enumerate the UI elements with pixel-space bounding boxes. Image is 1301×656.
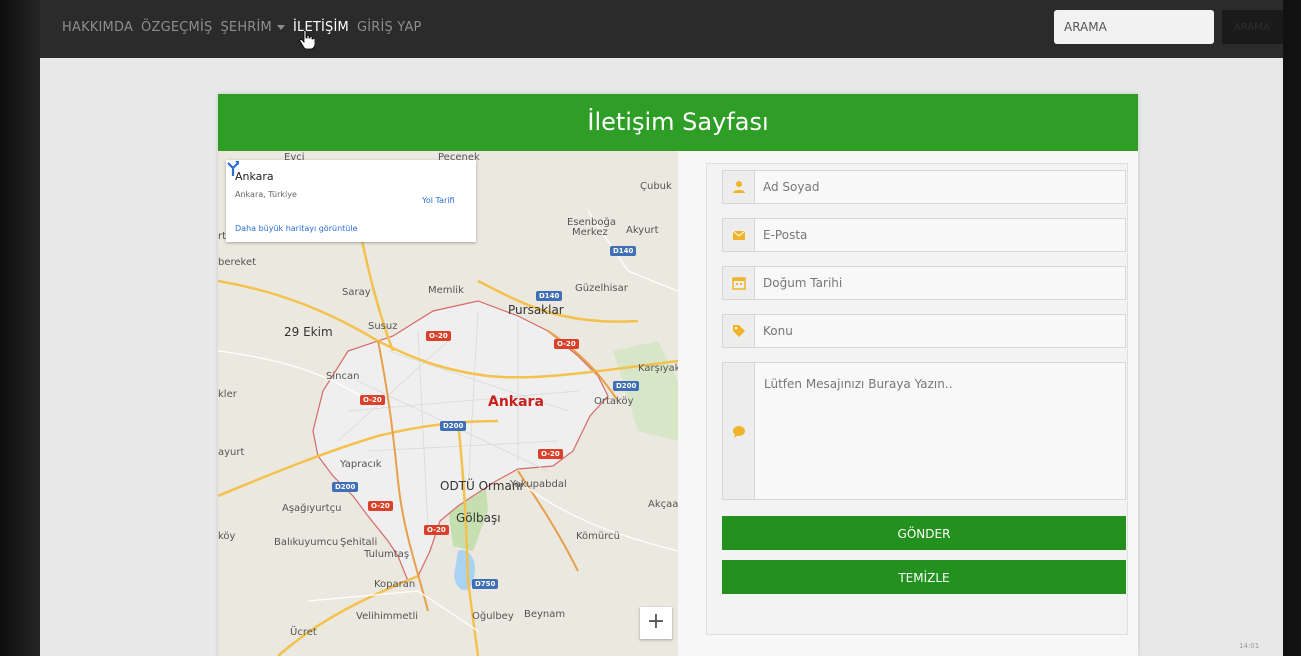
- road-badge-o20: O-20: [538, 449, 563, 459]
- message-field-addon: [723, 363, 755, 499]
- tag-icon: [733, 325, 745, 337]
- map-label-ogulbey: Oğulbey: [472, 611, 514, 622]
- map-label-beynam: Beynam: [524, 609, 566, 620]
- contact-form: GÖNDER TEMİZLE: [706, 163, 1128, 635]
- birthdate-field-group: [722, 266, 1126, 300]
- nav-links: HAKKIMDA ÖZGEÇMİŞ ŞEHRİM İLETİŞİM GİRİŞ …: [62, 20, 422, 35]
- map-label-ankara: Ankara: [488, 394, 544, 410]
- directions-icon[interactable]: [226, 160, 240, 176]
- map-label-koy: köy: [218, 531, 236, 542]
- email-field-addon: [723, 219, 755, 251]
- map-place-subtitle: Ankara, Türkiye: [235, 190, 297, 199]
- map-zoom-in-button[interactable]: +: [640, 607, 672, 639]
- nav-item-ozgecmis[interactable]: ÖZGEÇMİŞ: [141, 20, 212, 35]
- map-label-memlik: Memlik: [428, 285, 464, 296]
- clear-button[interactable]: TEMİZLE: [722, 560, 1126, 594]
- message-field-group: [722, 362, 1126, 500]
- message-textarea[interactable]: [756, 363, 1125, 499]
- map-label-akyurt: Akyurt: [626, 225, 659, 236]
- road-badge-o20: O-20: [424, 525, 449, 535]
- map-info-card: Ankara Ankara, Türkiye Daha büyük harita…: [226, 160, 476, 242]
- map-label-ucret: Ücret: [290, 627, 317, 638]
- map-label-akcaal: Akçaal: [648, 499, 678, 510]
- map-label-29-ekim: 29 Ekim: [284, 325, 333, 339]
- page-title: İletişim Sayfası: [587, 108, 769, 136]
- map-label-komurcu: Kömürcü: [576, 531, 620, 542]
- comment-icon: [733, 426, 745, 438]
- map-label-guzelhisar: Güzelhisar: [575, 283, 628, 294]
- map-label-sincan: Sincan: [326, 371, 360, 382]
- subject-field-addon: [723, 315, 755, 347]
- top-navbar: HAKKIMDA ÖZGEÇMİŞ ŞEHRİM İLETİŞİM GİRİŞ …: [40, 0, 1283, 58]
- nav-item-sehrim-label: ŞEHRİM: [220, 20, 272, 35]
- road-badge-o20: O-20: [426, 331, 451, 341]
- map-label-tulumtas: Tulumtaş: [364, 549, 410, 560]
- birthdate-input[interactable]: [756, 267, 1121, 299]
- email-input[interactable]: [756, 219, 1121, 251]
- map-label-pursaklar: Pursaklar: [508, 303, 564, 317]
- map-label-koparan: Koparan: [374, 579, 416, 590]
- map-label-balikuyumcu: Balıkuyumcu: [274, 537, 339, 548]
- browser-viewport: HAKKIMDA ÖZGEÇMİŞ ŞEHRİM İLETİŞİM GİRİŞ …: [40, 0, 1283, 656]
- user-icon: [733, 181, 745, 193]
- google-map[interactable]: Evci Peçenek Çubuk Esenboğa Merkez Akyur…: [218, 151, 678, 656]
- caret-down-icon: [276, 25, 285, 30]
- map-label-ortakoy: Ortaköy: [594, 396, 634, 407]
- search-button[interactable]: ARAMA: [1222, 10, 1283, 44]
- map-label-asagiyurtcu: Aşağıyurtçu: [282, 503, 342, 514]
- name-field-addon: [723, 171, 755, 203]
- road-badge-o20: O-20: [360, 395, 385, 405]
- card-header: İletişim Sayfası: [218, 94, 1138, 151]
- map-label-velihimmetli: Velihimmetli: [356, 611, 419, 622]
- name-field-group: [722, 170, 1126, 204]
- directions-link[interactable]: Yol Tarifi: [422, 196, 455, 205]
- map-label-ayurt: ayurt: [218, 447, 245, 458]
- birthdate-field-addon: [723, 267, 755, 299]
- monitor-bezel-right: [1283, 0, 1301, 656]
- nav-item-giris-yap[interactable]: GİRİŞ YAP: [357, 20, 422, 35]
- monitor-bezel-left: [0, 0, 40, 656]
- map-label-golbasi: Gölbaşı: [456, 511, 501, 525]
- envelope-icon: [732, 230, 746, 240]
- map-label-susuz: Susuz: [368, 321, 398, 332]
- road-badge-d200: D200: [332, 482, 359, 492]
- hand-cursor-icon: [299, 30, 315, 50]
- road-badge-o20: O-20: [554, 339, 579, 349]
- road-badge-d140: D140: [536, 291, 563, 301]
- calendar-icon: [732, 277, 746, 290]
- map-label-sehitali: Şehitali: [340, 537, 378, 548]
- map-label-yapracik: Yapracık: [340, 459, 382, 470]
- map-label-saray: Saray: [342, 287, 371, 298]
- nav-item-sehrim-dropdown[interactable]: ŞEHRİM: [220, 20, 285, 35]
- email-field-group: [722, 218, 1126, 252]
- map-place-name: Ankara: [235, 170, 274, 183]
- road-badge-d140: D140: [610, 246, 637, 256]
- road-badge-o20: O-20: [368, 501, 393, 511]
- taskbar-clock: 14:01: [1239, 642, 1260, 650]
- larger-map-link[interactable]: Daha büyük haritayı görüntüle: [235, 224, 357, 233]
- contact-card: İletişim Sayfası Evci Peçenek Çubuk Esen…: [218, 94, 1138, 656]
- map-label-cubuk: Çubuk: [640, 181, 672, 192]
- road-badge-d200: D200: [613, 381, 640, 391]
- map-label-karsiyaka: Karşıyak: [638, 363, 678, 374]
- map-label-yakupabdal: Yakupabdal: [510, 479, 567, 490]
- subject-field-group: [722, 314, 1126, 348]
- submit-button[interactable]: GÖNDER: [722, 516, 1126, 550]
- map-label-bereket: bereket: [218, 257, 257, 268]
- road-badge-d200: D200: [440, 421, 467, 431]
- name-input[interactable]: [756, 171, 1121, 203]
- search-input[interactable]: [1054, 10, 1214, 44]
- map-label-kler: kler: [218, 389, 237, 400]
- nav-item-hakkimda[interactable]: HAKKIMDA: [62, 20, 133, 35]
- subject-input[interactable]: [756, 315, 1121, 347]
- map-label-merkez: Merkez: [572, 227, 608, 238]
- road-badge-d750: D750: [472, 579, 499, 589]
